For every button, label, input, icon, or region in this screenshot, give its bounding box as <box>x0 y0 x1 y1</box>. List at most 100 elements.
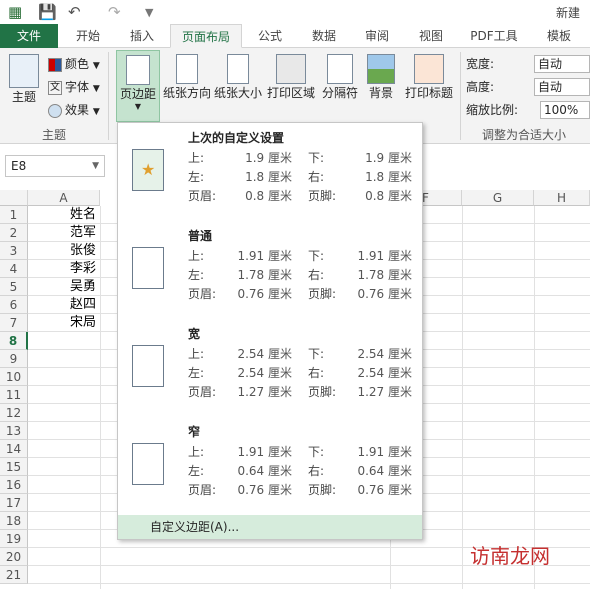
print-area-button[interactable]: 打印区域 <box>266 54 316 101</box>
fonts-button[interactable]: 文字体 ▼ <box>48 77 100 97</box>
width-label: 宽度: <box>466 57 495 71</box>
row-header-3[interactable]: 3 <box>0 242 28 260</box>
row-header-16[interactable]: 16 <box>0 476 28 494</box>
margin-value: 1.78 厘米 <box>237 268 292 282</box>
row-header-21[interactable]: 21 <box>0 566 28 584</box>
tab-pdf-tools[interactable]: PDF工具 <box>462 24 526 48</box>
tab-data[interactable]: 数据 <box>298 24 350 48</box>
group-label-scale: 调整为合适大小 <box>482 128 567 142</box>
option-title: 普通 <box>188 229 213 243</box>
tab-page-layout[interactable]: 页面布局 <box>170 24 242 48</box>
zoom-input[interactable]: 100% <box>540 101 590 119</box>
column-header-a[interactable]: A <box>28 190 100 206</box>
margin-value: 0.76 厘米 <box>357 287 412 301</box>
row-header-17[interactable]: 17 <box>0 494 28 512</box>
window-title: 新建 <box>556 6 581 20</box>
height-select[interactable]: 自动 <box>534 78 590 96</box>
orientation-button[interactable]: 纸张方向 <box>162 54 212 101</box>
colors-label: 颜色 <box>65 57 90 71</box>
row-header-9[interactable]: 9 <box>0 350 28 368</box>
margin-label: 上: <box>188 347 205 361</box>
tab-view[interactable]: 视图 <box>406 24 456 48</box>
select-all-corner[interactable] <box>0 190 28 206</box>
fonts-icon: 文 <box>48 80 62 95</box>
option-title: 宽 <box>188 327 201 341</box>
margin-label: 上: <box>188 445 205 459</box>
margins-button[interactable]: 页边距 ▼ <box>116 50 160 122</box>
undo-icon[interactable]: ↶ <box>68 3 81 21</box>
size-icon <box>227 54 249 84</box>
margin-value: 0.64 厘米 <box>237 464 292 478</box>
row-header-10[interactable]: 10 <box>0 368 28 386</box>
tab-file[interactable]: 文件 <box>0 24 58 48</box>
excel-logo-icon: ▦ <box>8 3 23 21</box>
row-header-12[interactable]: 12 <box>0 404 28 422</box>
normal-preview-icon <box>132 247 164 289</box>
colors-button[interactable]: 颜色 ▼ <box>48 54 100 74</box>
width-select[interactable]: 自动 <box>534 55 590 73</box>
margins-icon <box>126 55 150 85</box>
grid-col-line <box>462 206 463 589</box>
tab-insert[interactable]: 插入 <box>118 24 166 48</box>
row-header-6[interactable]: 6 <box>0 296 28 314</box>
row-header-20[interactable]: 20 <box>0 548 28 566</box>
margin-label: 右: <box>308 268 325 282</box>
row-header-1[interactable]: 1 <box>0 206 28 224</box>
row-header-7[interactable]: 7 <box>0 314 28 332</box>
custom-margins-item[interactable]: 自定义边距(A)... <box>118 515 422 539</box>
wide-preview-icon <box>132 345 164 387</box>
row-header-8[interactable]: 8 <box>0 332 28 350</box>
row-header-19[interactable]: 19 <box>0 530 28 548</box>
row-header-13[interactable]: 13 <box>0 422 28 440</box>
size-label: 纸张大小 <box>213 86 262 100</box>
redo-icon[interactable]: ↷ <box>108 3 121 21</box>
customize-qat-icon[interactable]: ▼ <box>145 6 153 19</box>
margin-value: 1.91 厘米 <box>237 249 292 263</box>
name-box[interactable]: E8 ▼ <box>5 155 105 177</box>
star-icon: ★ <box>141 160 156 179</box>
margin-label: 页眉: <box>188 483 217 497</box>
margin-label: 左: <box>188 366 205 380</box>
breaks-button[interactable]: 分隔符 <box>320 54 360 101</box>
group-divider <box>460 52 461 140</box>
chevron-down-icon: ▼ <box>92 61 100 71</box>
row-header-11[interactable]: 11 <box>0 386 28 404</box>
row-header-2[interactable]: 2 <box>0 224 28 242</box>
tab-home[interactable]: 开始 <box>62 24 114 48</box>
themes-button[interactable]: 主题 <box>6 54 42 105</box>
row-header-5[interactable]: 5 <box>0 278 28 296</box>
tab-formulas[interactable]: 公式 <box>246 24 294 48</box>
row-header-15[interactable]: 15 <box>0 458 28 476</box>
margin-label: 下: <box>308 445 325 459</box>
background-label: 背景 <box>368 86 393 100</box>
print-titles-button[interactable]: 打印标题 <box>402 54 456 101</box>
size-button[interactable]: 纸张大小 <box>213 54 263 101</box>
effects-button[interactable]: 效果 ▼ <box>48 100 100 120</box>
tab-templates[interactable]: 模板 <box>534 24 584 48</box>
margins-dropdown: ★ 上次的自定义设置 普通 宽 窄 上: 1.9 厘米 下: 1.9 厘米 左: 1.8 … <box>117 122 423 540</box>
themes-label: 主题 <box>11 90 36 104</box>
margin-label: 页脚: <box>308 483 337 497</box>
margin-value: 1.91 厘米 <box>237 445 292 459</box>
margin-label: 左: <box>188 268 205 282</box>
background-button[interactable]: 背景 <box>364 54 398 101</box>
themes-icon <box>9 54 39 88</box>
row-header-14[interactable]: 14 <box>0 440 28 458</box>
margin-label: 左: <box>188 464 205 478</box>
column-header-h[interactable]: H <box>534 190 590 206</box>
margin-value: 1.8 厘米 <box>365 170 412 184</box>
margin-label: 页眉: <box>188 385 217 399</box>
row-header-4[interactable]: 4 <box>0 260 28 278</box>
save-icon[interactable]: 💾 <box>38 3 57 21</box>
margin-label: 下: <box>308 347 325 361</box>
margin-label: 页脚: <box>308 189 337 203</box>
margin-value: 1.8 厘米 <box>245 170 292 184</box>
group-label-themes: 主题 <box>42 128 67 142</box>
tab-review[interactable]: 审阅 <box>352 24 402 48</box>
grid-col-line <box>534 206 535 589</box>
column-header-g[interactable]: G <box>462 190 534 206</box>
margin-value: 0.76 厘米 <box>237 483 292 497</box>
effects-label: 效果 <box>65 103 90 117</box>
row-header-18[interactable]: 18 <box>0 512 28 530</box>
grid-row-line <box>28 583 590 584</box>
